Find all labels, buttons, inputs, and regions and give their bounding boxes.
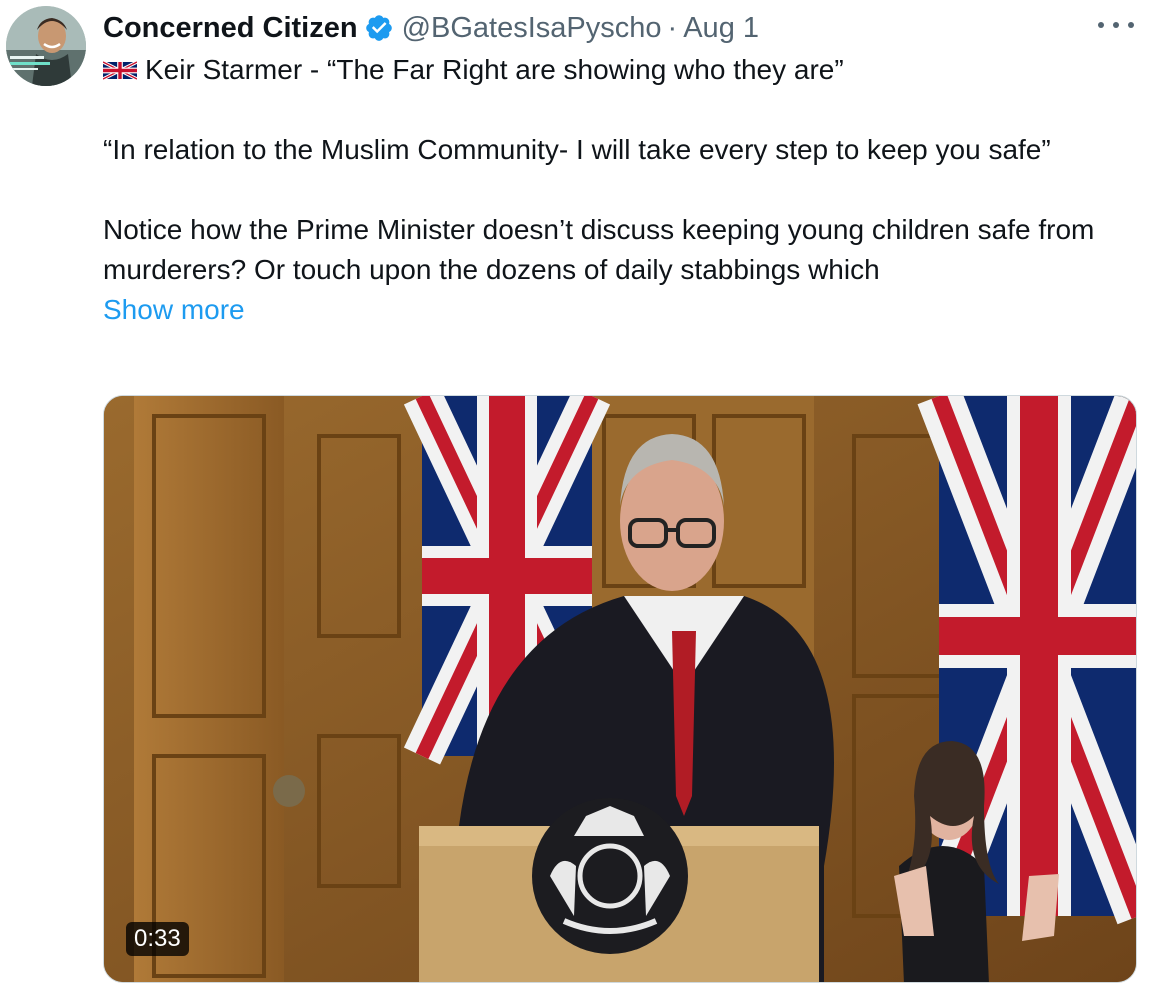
tweet-header: Concerned Citizen @BGatesIsaPyscho · Aug…: [103, 8, 759, 48]
timestamp[interactable]: Aug 1: [683, 12, 759, 45]
show-more-link[interactable]: Show more: [103, 290, 1143, 330]
tweet-text: Keir Starmer - “The Far Right are showin…: [103, 50, 1143, 330]
union-flag-right: [917, 396, 1136, 925]
video-player[interactable]: 0:33: [103, 395, 1137, 983]
verified-badge-icon[interactable]: [364, 13, 394, 43]
tweet-line-3: Notice how the Prime Minister doesn’t di…: [103, 214, 1095, 285]
tweet-line-1: Keir Starmer - “The Far Right are showin…: [103, 50, 1143, 90]
avatar[interactable]: [6, 6, 86, 86]
handle[interactable]: @BGatesIsaPyscho: [402, 12, 662, 45]
uk-flag-icon: [103, 60, 137, 81]
separator-dot: ·: [667, 11, 678, 44]
display-name[interactable]: Concerned Citizen: [103, 12, 358, 45]
tweet-line-1-text: Keir Starmer - “The Far Right are showin…: [145, 54, 844, 85]
more-options-icon[interactable]: [1098, 10, 1134, 40]
tweet-card[interactable]: Concerned Citizen @BGatesIsaPyscho · Aug…: [0, 0, 1162, 995]
tweet-line-2: “In relation to the Muslim Community- I …: [103, 134, 1051, 165]
video-duration-badge: 0:33: [126, 922, 189, 956]
video-frame: [104, 396, 1136, 982]
avatar-image: [6, 6, 86, 86]
